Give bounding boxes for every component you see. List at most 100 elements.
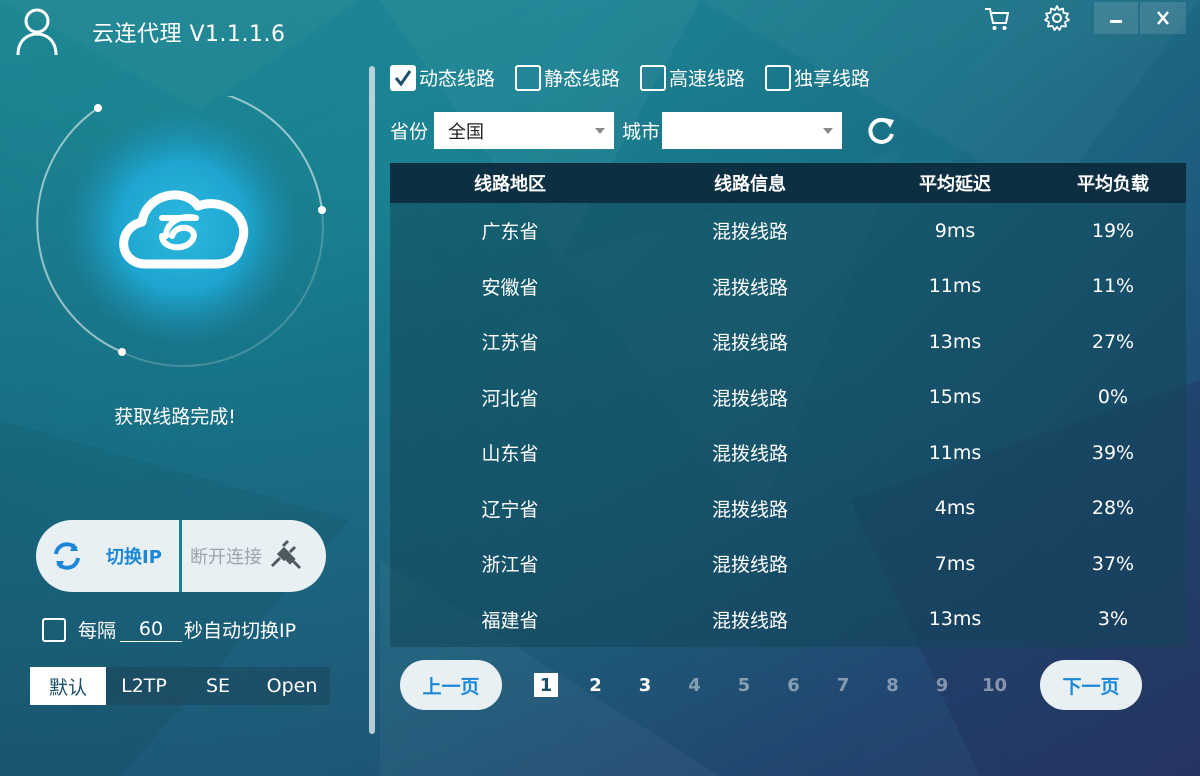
table-row[interactable]: 浙江省 混拨线路 7ms 37% bbox=[390, 536, 1186, 592]
tab-se[interactable]: SE bbox=[182, 667, 254, 705]
line-type-label: 动态线路 bbox=[419, 68, 496, 90]
pagination: 上一页 1 2 3 4 5 6 7 8 9 10 下一页 bbox=[400, 660, 1142, 710]
info-cell: 混拨线路 bbox=[711, 332, 788, 355]
region-cell: 江苏省 bbox=[481, 332, 539, 355]
tab-open[interactable]: Open bbox=[254, 667, 330, 705]
app-title: 云连代理 V1.1.1.6 bbox=[92, 22, 286, 47]
line-type-label: 独享线路 bbox=[794, 68, 871, 90]
gear-icon bbox=[1044, 5, 1070, 31]
line-type-label: 静态线路 bbox=[544, 68, 621, 90]
load-cell: 19% bbox=[1091, 219, 1135, 242]
check-icon bbox=[394, 69, 412, 86]
city-select[interactable] bbox=[662, 112, 843, 149]
latency-cell: 13ms bbox=[928, 608, 982, 631]
switch-ip-button[interactable]: 切换IP bbox=[36, 520, 179, 592]
auto-switch-row: 每隔 60 秒自动切换IP bbox=[42, 616, 296, 643]
table-row[interactable]: 江苏省 混拨线路 13ms 27% bbox=[390, 314, 1186, 370]
disconnect-button[interactable]: 断开连接 bbox=[182, 520, 326, 592]
minimize-icon bbox=[1110, 20, 1122, 23]
info-cell: 混拨线路 bbox=[711, 609, 788, 632]
load-cell: 11% bbox=[1091, 275, 1135, 298]
region-cell: 浙江省 bbox=[481, 554, 539, 577]
route-table: 线路地区 线路信息 平均延迟 平均负载 广东省 混拨线路 9ms 19% 安徽省… bbox=[390, 163, 1186, 647]
page-number[interactable]: 9 bbox=[930, 673, 954, 697]
line-type-high-speed[interactable]: 高速线路 bbox=[640, 64, 745, 91]
table-row[interactable]: 福建省 混拨线路 13ms 3% bbox=[390, 592, 1186, 648]
line-type-dynamic[interactable]: 动态线路 bbox=[390, 64, 495, 91]
checkbox[interactable] bbox=[515, 64, 542, 91]
page-number[interactable]: 5 bbox=[732, 673, 756, 697]
column-header: 线路信息 bbox=[714, 174, 786, 195]
column-header: 线路地区 bbox=[474, 174, 546, 195]
info-cell: 混拨线路 bbox=[711, 221, 788, 244]
load-cell: 37% bbox=[1091, 552, 1135, 575]
table-header: 线路地区 线路信息 平均延迟 平均负载 bbox=[390, 163, 1186, 203]
auto-switch-checkbox[interactable] bbox=[42, 617, 66, 642]
user-icon[interactable] bbox=[14, 6, 60, 56]
close-button[interactable] bbox=[1140, 2, 1186, 34]
region-cell: 山东省 bbox=[481, 443, 539, 466]
region-cell: 安徽省 bbox=[481, 276, 539, 299]
refresh-list-icon[interactable] bbox=[864, 114, 898, 148]
cart-icon bbox=[985, 8, 1010, 30]
checkbox-checked[interactable] bbox=[390, 64, 416, 91]
load-cell: 3% bbox=[1097, 608, 1129, 631]
info-cell: 混拨线路 bbox=[711, 498, 788, 521]
line-type-filters: 动态线路 静态线路 高速线路 独享线路 bbox=[390, 64, 890, 91]
page-number[interactable]: 3 bbox=[633, 673, 657, 697]
table-row[interactable]: 山东省 混拨线路 11ms 39% bbox=[390, 425, 1186, 481]
location-filters: 省份 全国 城市 bbox=[390, 112, 843, 149]
checkbox[interactable] bbox=[765, 64, 792, 91]
page-number[interactable]: 4 bbox=[683, 673, 707, 697]
interval-input[interactable]: 60 bbox=[120, 618, 183, 642]
page-number[interactable]: 10 bbox=[980, 673, 1010, 697]
checkbox[interactable] bbox=[640, 64, 667, 91]
latency-cell: 7ms bbox=[934, 552, 976, 575]
info-cell: 混拨线路 bbox=[711, 443, 788, 466]
line-type-static[interactable]: 静态线路 bbox=[515, 64, 620, 91]
region-cell: 福建省 bbox=[481, 609, 539, 632]
page-number[interactable]: 2 bbox=[584, 673, 608, 697]
load-cell: 27% bbox=[1091, 330, 1135, 353]
next-page-button[interactable]: 下一页 bbox=[1040, 660, 1142, 710]
page-number[interactable]: 6 bbox=[782, 673, 806, 697]
prev-page-button[interactable]: 上一页 bbox=[400, 660, 502, 710]
region-cell: 辽宁省 bbox=[481, 498, 539, 521]
province-value: 全国 bbox=[448, 121, 485, 143]
cart-button[interactable] bbox=[980, 2, 1014, 34]
line-type-label: 高速线路 bbox=[669, 68, 746, 90]
page-number[interactable]: 8 bbox=[881, 673, 905, 697]
latency-cell: 4ms bbox=[934, 497, 976, 520]
auto-switch-prefix: 每隔 bbox=[78, 620, 117, 642]
line-type-exclusive[interactable]: 独享线路 bbox=[765, 64, 870, 91]
page-numbers: 1 2 3 4 5 6 7 8 9 10 bbox=[534, 673, 1035, 697]
minimize-button[interactable] bbox=[1094, 2, 1138, 34]
close-icon bbox=[1157, 11, 1169, 25]
chevron-down-icon bbox=[823, 128, 834, 134]
load-cell: 0% bbox=[1097, 386, 1129, 409]
table-row[interactable]: 河北省 混拨线路 15ms 0% bbox=[390, 370, 1186, 426]
refresh-icon bbox=[54, 542, 80, 570]
connection-actions: 切换IP 断开连接 bbox=[36, 520, 326, 592]
column-header: 平均延迟 bbox=[919, 174, 991, 195]
load-cell: 28% bbox=[1091, 497, 1135, 520]
table-row[interactable]: 安徽省 混拨线路 11ms 11% bbox=[390, 259, 1186, 315]
connection-status-text: 获取线路完成! bbox=[114, 406, 236, 428]
load-cell: 39% bbox=[1091, 441, 1135, 464]
panel-divider bbox=[369, 66, 375, 734]
info-cell: 混拨线路 bbox=[711, 554, 788, 577]
page-number[interactable]: 7 bbox=[831, 673, 855, 697]
province-select[interactable]: 全国 bbox=[434, 112, 615, 149]
table-row[interactable]: 辽宁省 混拨线路 4ms 28% bbox=[390, 481, 1186, 537]
info-cell: 混拨线路 bbox=[711, 387, 788, 410]
page-number[interactable]: 1 bbox=[534, 673, 558, 697]
city-label: 城市 bbox=[622, 121, 661, 143]
tab-l2tp[interactable]: L2TP bbox=[106, 667, 182, 705]
settings-button[interactable] bbox=[1040, 2, 1074, 34]
latency-cell: 11ms bbox=[928, 275, 982, 298]
latency-cell: 9ms bbox=[934, 219, 976, 242]
table-row[interactable]: 广东省 混拨线路 9ms 19% bbox=[390, 203, 1186, 259]
latency-cell: 11ms bbox=[928, 441, 982, 464]
tab-default[interactable]: 默认 bbox=[30, 667, 106, 705]
province-label: 省份 bbox=[390, 121, 429, 143]
